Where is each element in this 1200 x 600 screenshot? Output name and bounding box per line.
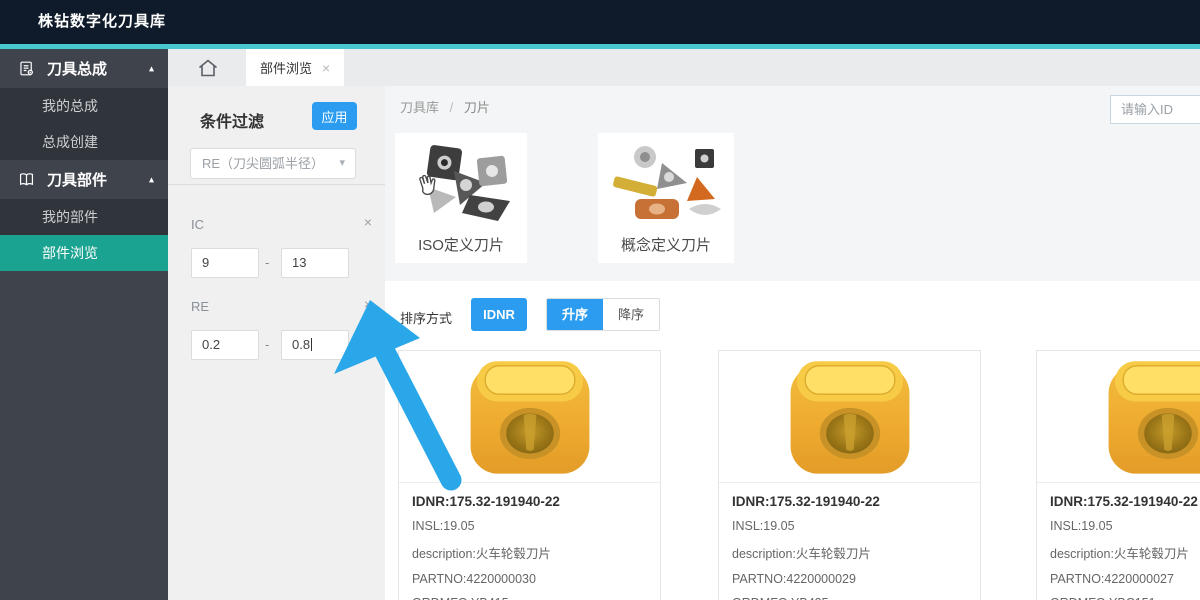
chevron-down-icon: ▾ xyxy=(339,149,345,178)
app-window: { "app": { "title": "株钻数字化刀具库" }, "icons… xyxy=(0,0,1200,600)
product-partno: PARTNO:4220000027 xyxy=(1050,572,1200,586)
sort-ascending-button[interactable]: 升序 xyxy=(547,299,603,330)
breadcrumb-insert: 刀片 xyxy=(464,100,490,115)
yellow-insert-image xyxy=(451,353,609,481)
accent-strip xyxy=(0,44,1200,49)
tab-bar: 部件浏览 × xyxy=(168,49,1200,86)
product-grdmfg: GRDMFG:YB415 xyxy=(412,596,647,600)
filter-group-label-ic: IC xyxy=(191,217,204,232)
category-label: 概念定义刀片 xyxy=(598,234,734,255)
tab-component-browse[interactable]: 部件浏览 × xyxy=(246,49,344,86)
product-idnr: IDNR:175.32-191940-22 xyxy=(732,494,967,509)
product-idnr: IDNR:175.32-191940-22 xyxy=(412,494,647,509)
insert-image-container xyxy=(399,351,660,483)
sort-descending-button[interactable]: 降序 xyxy=(603,299,659,330)
concept-inserts-image xyxy=(607,141,725,227)
close-icon[interactable]: × xyxy=(322,60,330,76)
sort-field-idnr-button[interactable]: IDNR xyxy=(471,298,527,331)
yellow-insert-image xyxy=(1089,353,1200,481)
sidebar-section-tool-assembly[interactable]: 刀具总成 ▴ xyxy=(0,49,168,88)
sort-order-toggle: 升序 降序 xyxy=(546,298,660,331)
product-grdmfg: GRDMFG:YBC151 xyxy=(1050,596,1200,600)
filter-title: 条件过滤 xyxy=(200,108,264,132)
product-idnr: IDNR:175.32-191940-22 xyxy=(1050,494,1200,509)
sidebar-submenu-assembly: 我的总成 总成创建 xyxy=(0,88,168,160)
sidebar-item-my-components[interactable]: 我的部件 xyxy=(0,199,168,235)
iso-inserts-image xyxy=(402,141,520,227)
remove-re-filter-icon[interactable]: × xyxy=(364,296,372,312)
sidebar-section-tool-components[interactable]: 刀具部件 ▴ xyxy=(0,160,168,199)
category-card-concept-insert[interactable]: 概念定义刀片 xyxy=(598,133,734,263)
apply-filter-button[interactable]: 应用 xyxy=(312,102,357,130)
product-grdmfg: GRDMFG:YB435 xyxy=(732,596,967,600)
app-title: 株钻数字化刀具库 xyxy=(38,0,166,44)
ic-max-input[interactable]: 13 xyxy=(281,248,349,278)
main-content: 刀具库 / 刀片 ISO定义刀片 概念定义刀片 排序方式 IDNR 升序 降序 xyxy=(385,86,1200,600)
collapse-up-icon: ▴ xyxy=(149,63,154,74)
range-dash: - xyxy=(265,255,269,270)
category-label: ISO定义刀片 xyxy=(395,234,527,255)
product-partno: PARTNO:4220000030 xyxy=(412,572,647,586)
collapse-up-icon: ▴ xyxy=(149,174,154,185)
sort-label: 排序方式 xyxy=(400,308,452,327)
product-card[interactable]: IDNR:175.32-191940-22 INSL:19.05 descrip… xyxy=(1036,350,1200,600)
sidebar-submenu-components: 我的部件 部件浏览 xyxy=(0,199,168,271)
sidebar-item-create-assembly[interactable]: 总成创建 xyxy=(0,124,168,160)
sidebar: 刀具总成 ▴ 我的总成 总成创建 刀具部件 ▴ 我的部件 部件浏览 xyxy=(0,49,168,600)
filter-attribute-select[interactable]: RE（刀尖圆弧半径） ▾ xyxy=(190,148,356,179)
home-icon[interactable] xyxy=(196,56,220,80)
insert-image-container xyxy=(719,351,980,483)
filter-group-label-re: RE xyxy=(191,299,209,314)
search-input[interactable] xyxy=(1110,95,1200,124)
filter-attribute-value: RE（刀尖圆弧半径） xyxy=(202,156,324,171)
product-description: description:火车轮毂刀片 xyxy=(732,543,967,562)
yellow-insert-image xyxy=(771,353,929,481)
filter-panel: 条件过滤 应用 RE（刀尖圆弧半径） ▾ IC × 9 - 13 RE × 0.… xyxy=(168,86,385,600)
product-info: IDNR:175.32-191940-22 INSL:19.05 descrip… xyxy=(1037,483,1200,600)
sidebar-item-component-browse[interactable]: 部件浏览 xyxy=(0,235,168,271)
text-caret xyxy=(311,338,312,351)
re-min-input[interactable]: 0.2 xyxy=(191,330,259,360)
ic-min-input[interactable]: 9 xyxy=(191,248,259,278)
sidebar-section-label: 刀具总成 xyxy=(47,58,107,79)
product-insl: INSL:19.05 xyxy=(1050,519,1200,533)
breadcrumb-tool-library[interactable]: 刀具库 xyxy=(400,100,439,115)
product-info: IDNR:175.32-191940-22 INSL:19.05 descrip… xyxy=(399,483,660,600)
breadcrumb: 刀具库 / 刀片 xyxy=(400,97,490,116)
breadcrumb-separator: / xyxy=(450,100,454,115)
sidebar-item-my-assembly[interactable]: 我的总成 xyxy=(0,88,168,124)
remove-ic-filter-icon[interactable]: × xyxy=(364,214,372,230)
product-description: description:火车轮毂刀片 xyxy=(412,543,647,562)
category-card-iso-insert[interactable]: ISO定义刀片 xyxy=(395,133,527,263)
top-bar: 株钻数字化刀具库 xyxy=(0,0,1200,44)
product-partno: PARTNO:4220000029 xyxy=(732,572,967,586)
insert-image-container xyxy=(1037,351,1200,483)
product-insl: INSL:19.05 xyxy=(732,519,967,533)
clipboard-icon xyxy=(17,59,36,78)
product-info: IDNR:175.32-191940-22 INSL:19.05 descrip… xyxy=(719,483,980,600)
range-dash: - xyxy=(265,337,269,352)
filter-divider xyxy=(168,184,385,185)
product-insl: INSL:19.05 xyxy=(412,519,647,533)
product-card[interactable]: IDNR:175.32-191940-22 INSL:19.05 descrip… xyxy=(718,350,981,600)
sidebar-section-label: 刀具部件 xyxy=(47,169,107,190)
book-icon xyxy=(17,170,36,189)
product-card[interactable]: IDNR:175.32-191940-22 INSL:19.05 descrip… xyxy=(398,350,661,600)
product-description: description:火车轮毂刀片 xyxy=(1050,543,1200,562)
tab-label: 部件浏览 xyxy=(260,58,312,77)
re-max-input[interactable]: 0.8 xyxy=(281,330,349,360)
